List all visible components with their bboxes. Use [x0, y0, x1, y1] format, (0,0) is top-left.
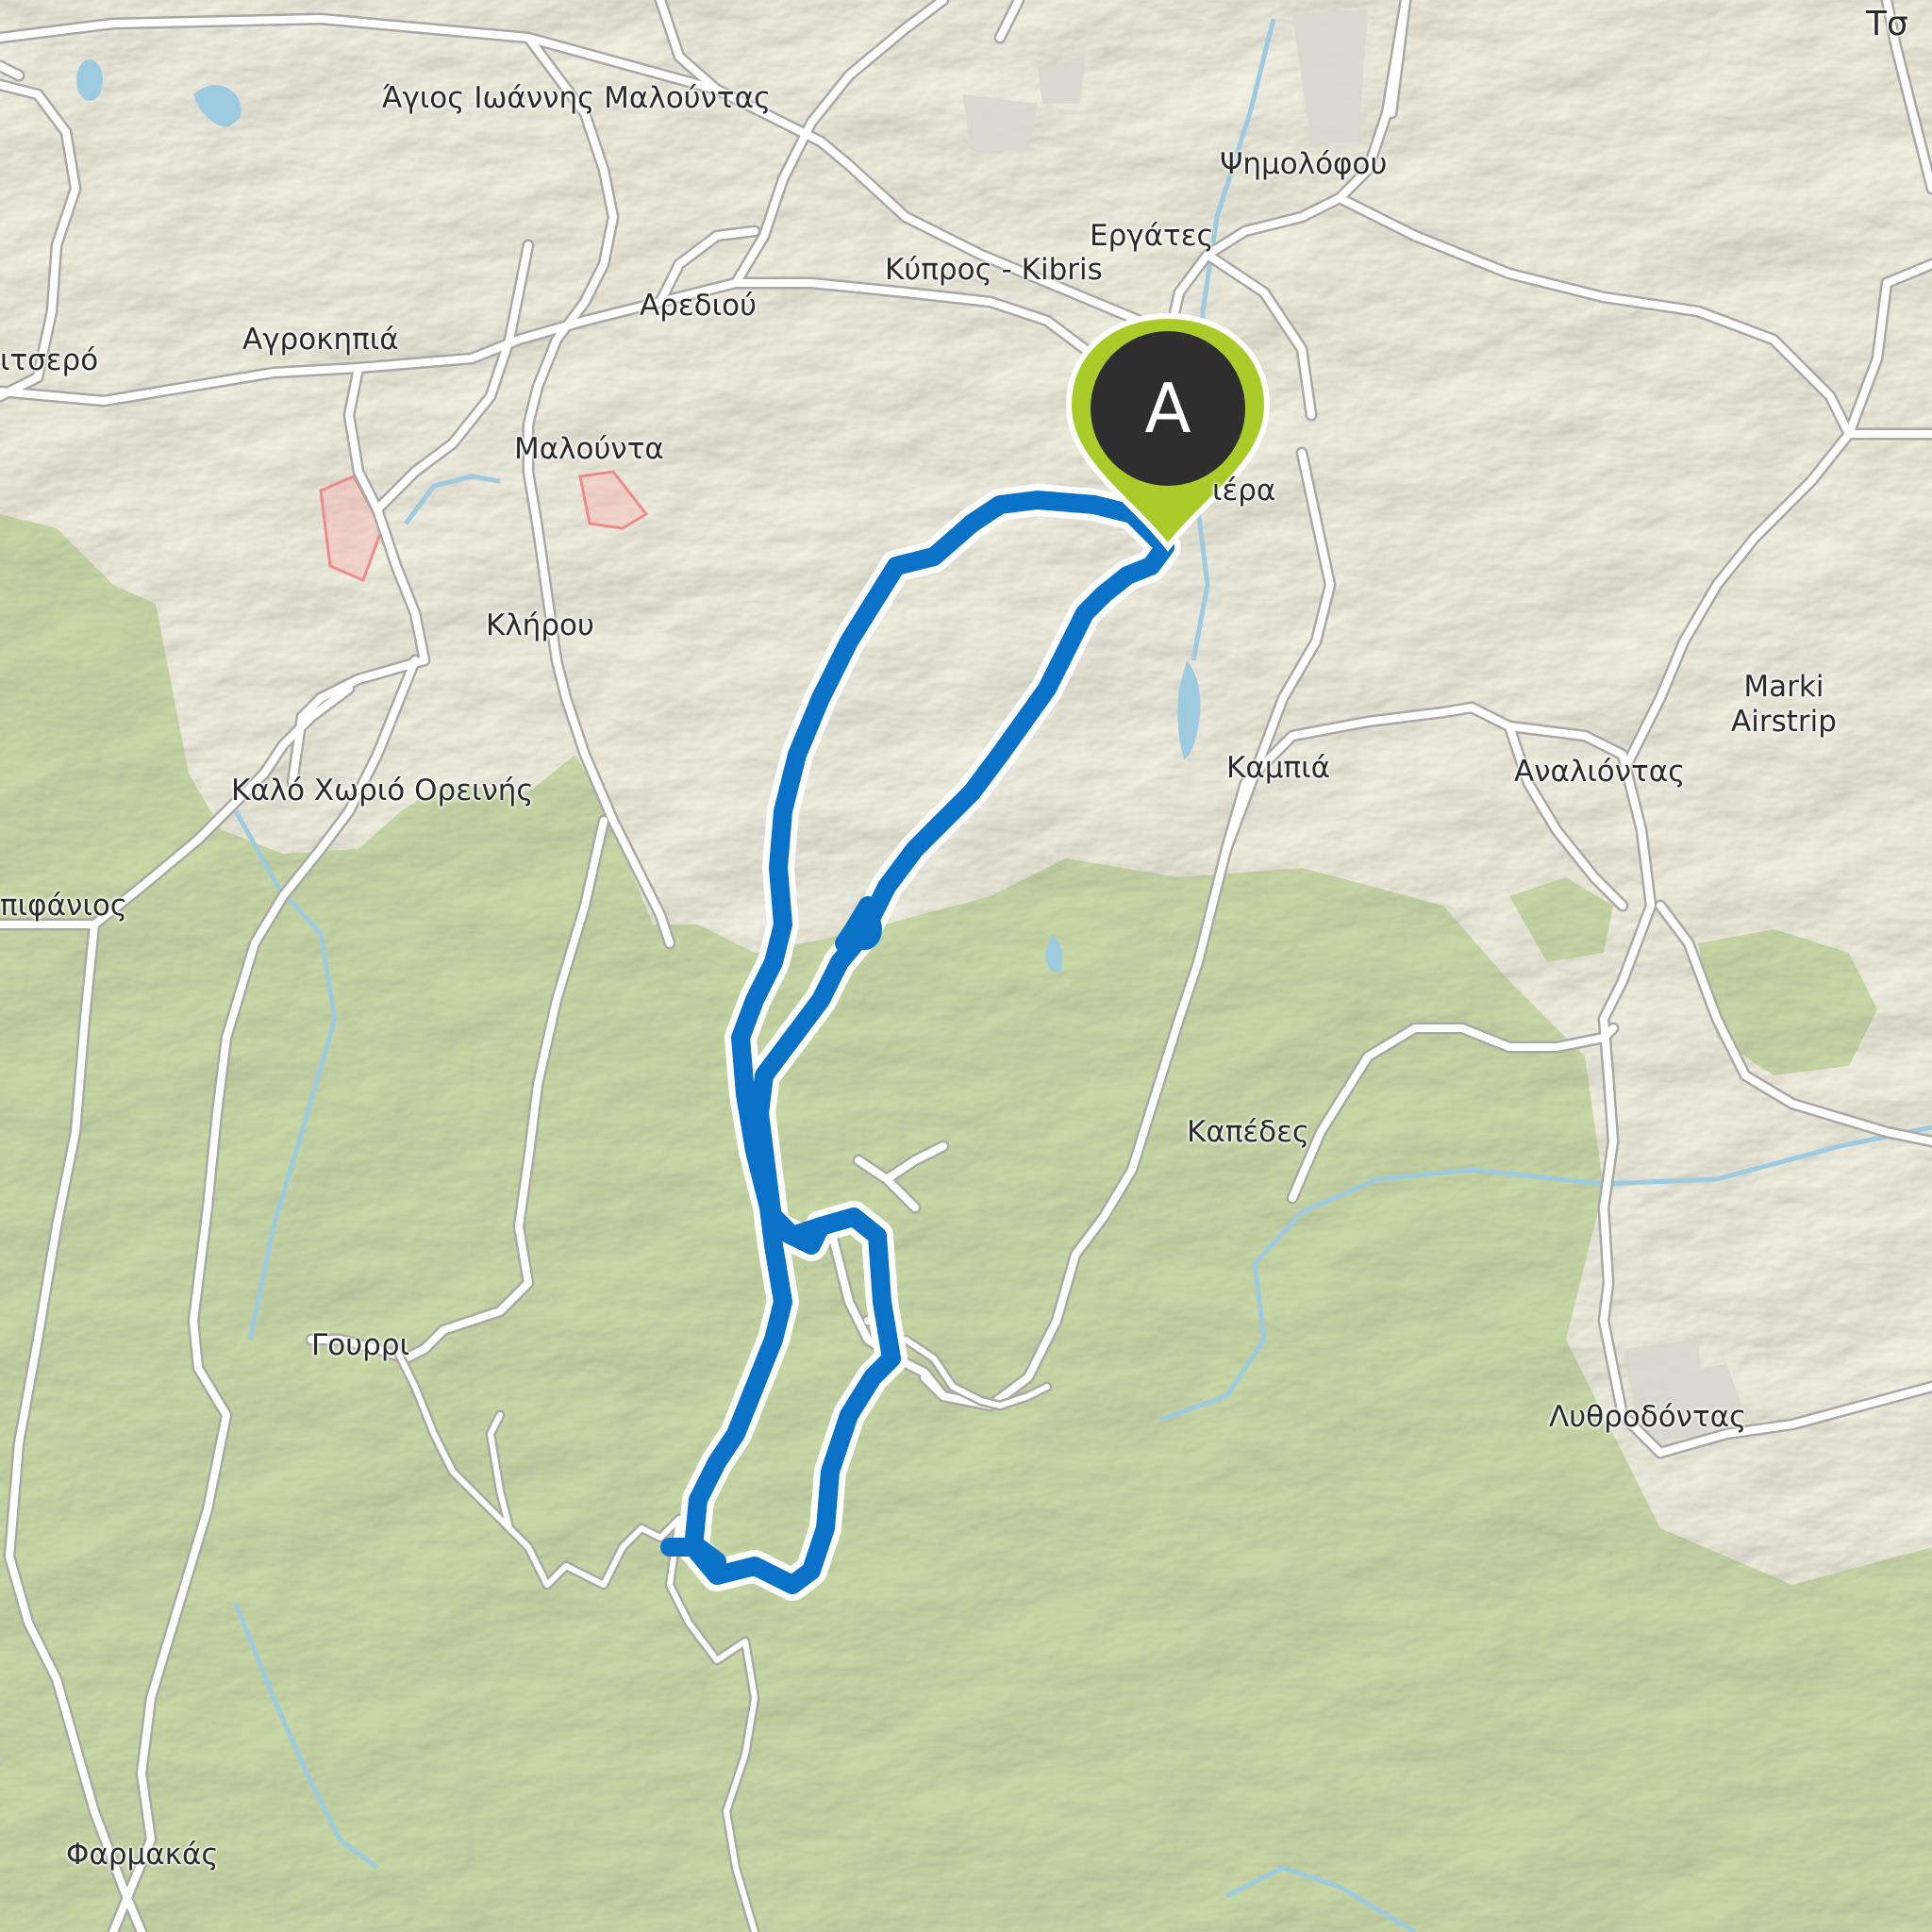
place-label-klirou: Κλήρου	[486, 608, 594, 642]
place-label-kapedes: Καπέδες	[1187, 1115, 1310, 1149]
map-view[interactable]: A Άγιος Ιωάννης Μαλούντας Ψημολόφου Εργά…	[0, 0, 1932, 1932]
place-label-arediou: Αρεδιού	[640, 289, 757, 323]
hillshade-relief	[0, 0, 1932, 1932]
map-canvas[interactable]: A	[0, 0, 1932, 1932]
place-label-malounta: Μαλούντα	[514, 432, 664, 466]
place-label-kampia: Καμπιά	[1226, 751, 1331, 785]
marker-label: A	[1144, 369, 1191, 448]
place-label-lythrodontas: Λυθροδόντας	[1549, 1400, 1747, 1434]
place-label-analiontas: Αναλιόντας	[1514, 755, 1686, 789]
place-label-farmakas: Φαρμακάς	[66, 1838, 219, 1872]
place-label-ergates: Εργάτες	[1090, 219, 1214, 253]
place-label-mitsero: ιτσερό	[0, 343, 99, 377]
place-label-agios-ioannis: Άγιος Ιωάννης Μαλούντας	[382, 81, 772, 115]
place-label-kypros-kibris: Κύπρος - Kibris	[885, 253, 1103, 287]
place-label-marki-airstrip: Marki Airstrip	[1731, 670, 1837, 740]
place-label-tseri: Τσ	[1866, 5, 1908, 43]
place-label-psimolofou: Ψημολόφου	[1220, 147, 1388, 181]
place-label-epifanios: πιφάνιος	[0, 889, 128, 923]
place-label-kalo-chorio-oreinis: Καλό Χωριό Ορεινής	[231, 774, 534, 808]
place-label-agrokipia: Αγροκηπιά	[242, 323, 399, 357]
place-label-gourri: Γουρρι	[311, 1328, 410, 1362]
place-label-politiko: ιέρα	[1212, 474, 1276, 508]
